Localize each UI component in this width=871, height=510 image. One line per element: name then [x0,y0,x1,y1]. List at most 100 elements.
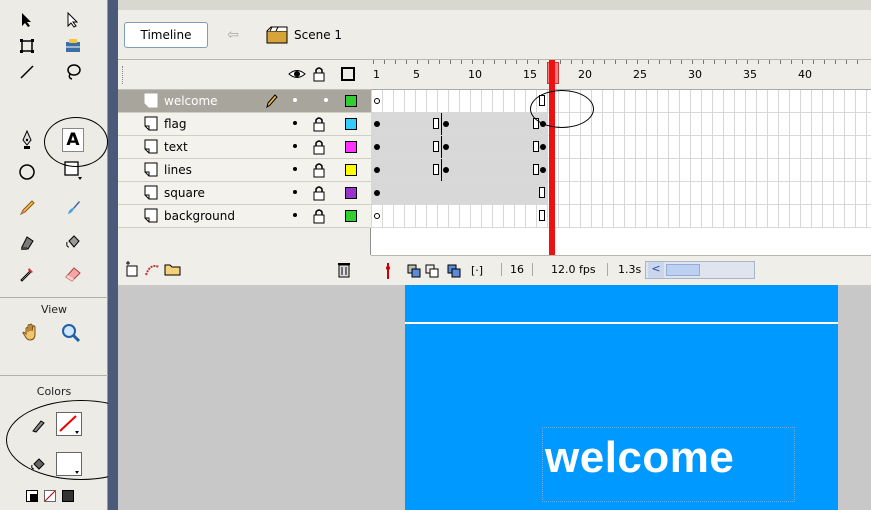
eraser-icon[interactable] [60,262,86,286]
lock-dot[interactable] [324,98,328,102]
frame-row-square[interactable] [371,182,871,205]
keyframe[interactable] [443,144,449,150]
frame-row-text[interactable] [371,136,871,159]
keyframe[interactable] [374,121,380,127]
visibility-dot[interactable] [293,121,297,125]
keyframe-end[interactable] [433,141,439,152]
visibility-dot[interactable] [293,144,297,148]
keyframe-end[interactable] [533,141,539,152]
lock-icon[interactable] [312,208,326,224]
delete-layer-icon[interactable] [336,261,352,278]
outline-color-swatch[interactable] [345,210,357,222]
zoom-icon[interactable] [58,321,84,345]
layer-name[interactable]: square [164,186,205,200]
outline-color-swatch[interactable] [345,164,357,176]
keyframe[interactable] [443,167,449,173]
frame-row-welcome[interactable] [371,90,871,113]
layer-row-square[interactable]: square [118,182,371,205]
scroll-left-icon[interactable]: < [648,262,664,278]
insert-folder-icon[interactable] [164,261,182,277]
free-transform-icon[interactable] [14,34,40,58]
empty-keyframe[interactable] [374,98,380,104]
oval-icon[interactable] [14,160,40,184]
modify-markers-icon[interactable]: [·] [471,264,483,277]
layer-row-lines[interactable]: lines [118,159,371,182]
frame-row-lines[interactable] [371,159,871,182]
eyedropper-icon[interactable] [14,262,40,286]
arrow-icon[interactable] [14,8,40,32]
layer-name[interactable]: lines [164,163,192,177]
layer-page-icon [144,185,158,200]
edit-multiple-frames-icon[interactable] [447,264,461,278]
subselect-icon[interactable] [60,8,86,32]
keyframe-end[interactable] [433,118,439,129]
timeline-button[interactable]: Timeline [124,22,208,48]
layer-row-text[interactable]: text [118,136,371,159]
add-motion-guide-icon[interactable] [144,261,162,277]
ruler-tick [483,60,484,64]
stage-canvas[interactable]: welcome [405,285,838,510]
outline-color-swatch[interactable] [345,118,357,130]
outline-color-swatch[interactable] [345,141,357,153]
lock-all-icon[interactable] [312,66,326,82]
playhead[interactable] [549,60,555,255]
lock-icon[interactable] [312,185,326,201]
paint-bucket-icon[interactable] [60,230,86,254]
center-frame-icon[interactable] [383,263,393,279]
keyframe-end[interactable] [539,210,545,221]
brush-icon[interactable] [60,196,86,220]
tween-span [371,159,547,181]
horizontal-scrollbar[interactable]: < [645,261,755,279]
frame-ruler[interactable]: 1 5 10 15 20 25 30 35 40 [371,60,871,90]
layer-name[interactable]: text [164,140,188,154]
scene-breadcrumb[interactable]: Scene 1 [266,24,342,46]
stage-welcome-text[interactable]: welcome [545,433,734,483]
visibility-dot[interactable] [293,167,297,171]
outline-color-swatch[interactable] [345,95,357,107]
onion-skin-outlines-icon[interactable] [425,264,439,278]
swap-colors-icon[interactable] [62,490,74,502]
keyframe[interactable] [540,167,546,173]
frame-row-background[interactable] [371,205,871,228]
layer-row-flag[interactable]: flag [118,113,371,136]
keyframe-end[interactable] [539,187,545,198]
ruler-tick [395,60,396,64]
keyframe[interactable] [540,144,546,150]
lock-icon[interactable] [312,139,326,155]
visibility-dot[interactable] [293,213,297,217]
keyframe[interactable] [374,190,380,196]
layer-row-background[interactable]: background [118,205,371,228]
keyframe-end[interactable] [533,164,539,175]
pencil-icon[interactable] [14,196,40,220]
layer-row-welcome[interactable]: welcome [118,90,371,113]
outline-color-swatch[interactable] [345,187,357,199]
lock-icon[interactable] [312,162,326,178]
pen-icon[interactable] [14,128,40,152]
view-divider [0,297,108,298]
show-hide-all-icon[interactable] [288,68,306,80]
lasso-icon[interactable] [60,60,86,84]
insert-layer-icon[interactable] [124,261,140,277]
keyframe[interactable] [443,121,449,127]
fill-transform-icon[interactable] [60,34,86,58]
layer-name[interactable]: welcome [164,94,218,108]
line-icon[interactable] [14,60,40,84]
frame-row-flag[interactable] [371,113,871,136]
no-color-icon[interactable] [44,490,56,502]
layer-name[interactable]: background [164,209,235,223]
empty-keyframe[interactable] [374,213,380,219]
visibility-dot[interactable] [293,190,297,194]
scroll-thumb[interactable] [666,264,700,276]
black-white-icon[interactable] [26,490,38,502]
back-arrow-icon[interactable]: ⇦ [222,24,244,46]
hand-icon[interactable] [18,321,44,345]
keyframe[interactable] [374,167,380,173]
layer-name[interactable]: flag [164,117,187,131]
onion-skin-icon[interactable] [407,264,421,278]
outline-all-icon[interactable] [341,67,355,81]
visibility-dot[interactable] [293,98,297,102]
ink-bottle-icon[interactable] [14,230,40,254]
keyframe[interactable] [374,144,380,150]
keyframe-end[interactable] [433,164,439,175]
lock-icon[interactable] [312,116,326,132]
